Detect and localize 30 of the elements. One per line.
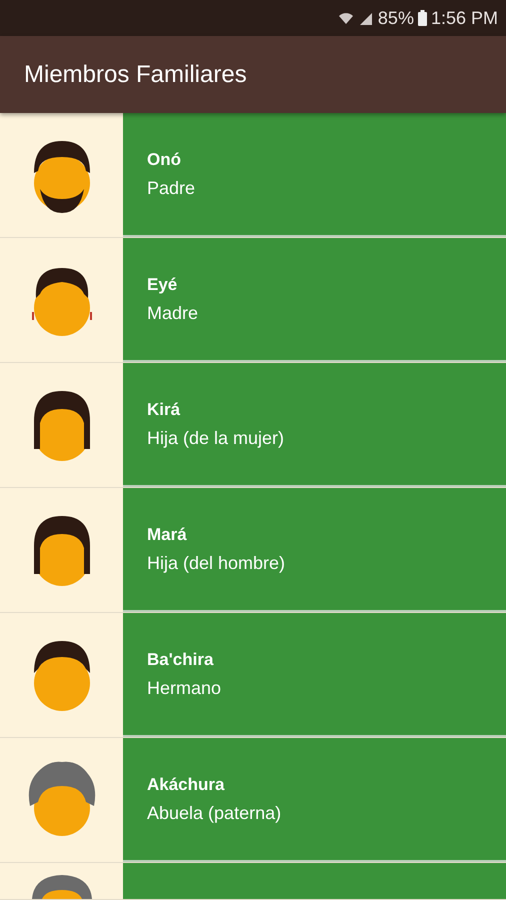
battery-icon [418, 10, 427, 26]
member-card[interactable]: Onó Padre [123, 113, 506, 237]
member-relation: Hermano [147, 678, 222, 698]
avatar-icon [34, 641, 90, 711]
app-title: Miembros Familiares [24, 60, 247, 88]
avatar-icon [32, 268, 92, 336]
clock-time: 1:56 PM [430, 8, 498, 28]
member-name: Akáchura [147, 774, 226, 794]
member-relation: Abuela (paterna) [147, 802, 282, 824]
avatar-icon [32, 875, 92, 899]
member-card[interactable]: Eyé Madre [123, 238, 506, 362]
member-name: Eyé [147, 274, 178, 294]
member-relation: Hija (del hombre) [147, 552, 286, 574]
member-relation: Padre [147, 178, 196, 198]
member-name: Onó [147, 150, 182, 170]
member-card[interactable]: Akáchura Abuela (paterna) [123, 738, 506, 862]
member-name: Kirá [147, 400, 182, 420]
avatar-icon [34, 391, 90, 461]
avatar-icon [34, 516, 90, 586]
member-name: Ba'chira [147, 650, 214, 670]
member-card[interactable]: Mará Hija (del hombre) [123, 488, 506, 612]
member-card[interactable]: Kirá Hija (de la mujer) [123, 363, 506, 487]
wifi-icon [338, 10, 354, 26]
member-relation: Hija (de la mujer) [147, 428, 286, 448]
member-relation: Madre [147, 302, 200, 324]
member-card[interactable]: Ba'chira Hermano [123, 613, 506, 737]
avatar-icon [28, 762, 95, 836]
battery-level: 85% [378, 8, 414, 28]
member-name: Mará [147, 524, 188, 544]
avatar-icon [34, 141, 90, 213]
